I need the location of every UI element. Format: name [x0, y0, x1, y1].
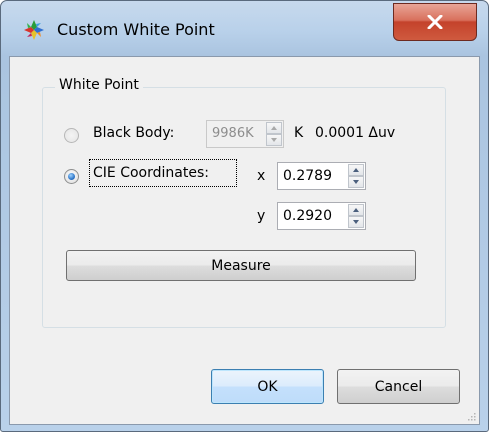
title-bar[interactable]: Custom White Point [1, 1, 488, 56]
close-button[interactable] [393, 3, 477, 41]
y-spin-buttons [348, 204, 364, 228]
y-coordinate-value: 0.2920 [283, 208, 332, 224]
y-spin-up-button[interactable] [348, 204, 364, 216]
dialog-window: Custom White Point White Point Black Bod… [0, 0, 489, 432]
close-icon [427, 15, 443, 29]
measure-button[interactable]: Measure [66, 250, 416, 281]
black-body-radio[interactable] [64, 128, 79, 143]
temperature-unit-label: K [294, 125, 304, 141]
temperature-spin-buttons [266, 122, 282, 146]
y-coordinate-label: y [257, 208, 266, 224]
resize-grip-icon[interactable] [466, 411, 476, 421]
spin-down-icon [353, 180, 359, 184]
spin-down-icon [353, 220, 359, 224]
temperature-value: 9986K [212, 126, 254, 141]
x-spin-up-button[interactable] [348, 164, 364, 176]
x-coordinate-spinbox[interactable]: 0.2789 [277, 162, 366, 190]
x-coordinate-label: x [257, 168, 266, 184]
ok-button[interactable]: OK [211, 369, 324, 404]
dialog-client-area: White Point Black Body: 9986K K 0.0001 Δ… [9, 56, 480, 425]
y-coordinate-spinbox[interactable]: 0.2920 [277, 202, 366, 230]
spin-up-icon [353, 208, 359, 212]
spin-down-icon [271, 138, 277, 142]
y-spin-down-button[interactable] [348, 216, 364, 228]
white-point-groupbox: White Point Black Body: 9986K K 0.0001 Δ… [42, 77, 446, 328]
cie-coordinates-label: CIE Coordinates: [93, 165, 209, 181]
temperature-spin-down-button[interactable] [266, 134, 282, 146]
spin-up-icon [353, 168, 359, 172]
spin-up-icon [271, 126, 277, 130]
delta-uv-label: 0.0001 Δuv [315, 125, 396, 141]
temperature-spin-up-button[interactable] [266, 122, 282, 134]
window-title: Custom White Point [57, 20, 215, 39]
black-body-temperature-spinbox[interactable]: 9986K [206, 120, 284, 148]
groupbox-title: White Point [55, 77, 143, 93]
x-spin-buttons [348, 164, 364, 188]
cancel-button[interactable]: Cancel [337, 369, 460, 404]
radio-selected-dot [68, 173, 75, 180]
cie-coordinates-radio[interactable] [64, 169, 79, 184]
black-body-label: Black Body: [93, 125, 175, 141]
color-wheel-icon [24, 20, 44, 40]
x-coordinate-value: 0.2789 [283, 168, 332, 184]
x-spin-down-button[interactable] [348, 176, 364, 188]
